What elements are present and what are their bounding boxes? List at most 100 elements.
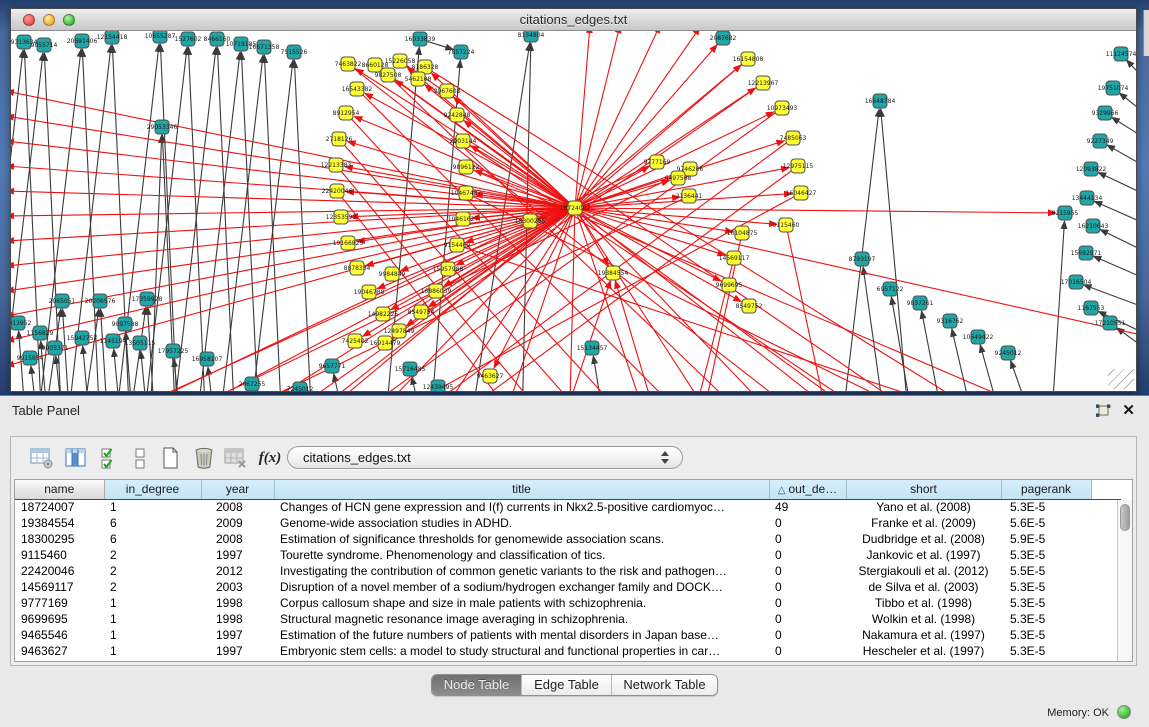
create-column-icon[interactable] <box>157 445 183 471</box>
float-panel-icon[interactable] <box>1095 404 1111 418</box>
graph-node[interactable]: 9896122 <box>453 160 480 174</box>
graph-node[interactable]: 15942757 <box>67 331 98 345</box>
svg-text:10649422: 10649422 <box>963 334 994 341</box>
memory-status-icon[interactable] <box>1117 705 1131 719</box>
network-window[interactable]: citations_edges.txt 93136349055714206914… <box>10 8 1137 392</box>
column-header-in_degree[interactable]: in_degree <box>104 480 201 499</box>
graph-node[interactable]: 9837261 <box>907 296 934 310</box>
graph-node[interactable]: 7857224 <box>448 45 475 59</box>
delete-table-icon[interactable] <box>223 445 249 471</box>
graph-node[interactable]: 7463822 <box>335 57 362 71</box>
graph-node[interactable]: 8793197 <box>849 252 876 266</box>
graph-node[interactable]: 7515526 <box>281 45 308 59</box>
graph-node[interactable]: 2067255 <box>239 377 266 391</box>
graph-node[interactable]: 1145194 <box>100 334 127 348</box>
select-all-icon[interactable] <box>97 445 123 471</box>
graph-node[interactable]: 8134804 <box>518 31 545 42</box>
graph-node[interactable]: 16958107 <box>192 352 223 366</box>
graph-node[interactable]: 1527602 <box>175 32 202 46</box>
graph-node[interactable]: 12213967 <box>748 76 779 90</box>
table-cell: 2 <box>104 579 201 595</box>
table-row[interactable]: 969969511998Structural magnetic resonanc… <box>15 611 1121 627</box>
deselect-all-icon[interactable] <box>127 445 153 471</box>
graph-node[interactable]: 9329966 <box>1092 106 1119 120</box>
graph-node[interactable]: 16543382 <box>342 82 373 96</box>
table-row[interactable]: 1872400712008Changes of HCN gene express… <box>15 499 1121 515</box>
table-cell: Genome-wide association studies in ADHD. <box>274 515 769 531</box>
table-row[interactable]: 946362711997Embryonic stem cells: a mode… <box>15 643 1121 659</box>
graph-node[interactable]: 15134457 <box>577 341 608 355</box>
graph-node[interactable]: 8215955 <box>1052 206 1079 220</box>
column-header-name[interactable]: name <box>15 480 104 499</box>
graph-node[interactable]: 9463627 <box>477 369 504 383</box>
graph-node[interactable]: 10649422 <box>963 330 994 344</box>
graph-node[interactable]: 9657771 <box>319 359 346 373</box>
graph-node[interactable]: 10655287 <box>145 31 176 43</box>
column-header-title[interactable]: title <box>274 480 769 499</box>
graph-node[interactable]: 9316762 <box>937 314 964 328</box>
graph-node[interactable]: 15716485 <box>395 362 426 376</box>
graph-node[interactable]: 6957122 <box>877 282 904 296</box>
graph-node[interactable]: 12213383 <box>321 158 352 172</box>
window-titlebar[interactable]: citations_edges.txt <box>11 9 1136 31</box>
graph-node[interactable]: 17016504 <box>1061 275 1092 289</box>
graph-node[interactable]: 1156829 <box>27 326 54 340</box>
graph-node[interactable]: 9115460 <box>773 218 800 232</box>
graph-node[interactable]: 7485063 <box>780 131 807 145</box>
graph-node[interactable]: 3913952 <box>11 316 32 330</box>
network-desktop: citations_edges.txt 93136349055714206914… <box>0 0 1149 395</box>
graph-node[interactable]: 20691406 <box>67 34 98 48</box>
delete-column-icon[interactable] <box>191 445 217 471</box>
function-builder-icon[interactable]: f(x) <box>257 445 283 471</box>
show-columns-icon[interactable] <box>63 445 89 471</box>
table-row[interactable]: 946554611997Estimation of the future num… <box>15 627 1121 643</box>
graph-node[interactable]: 8878334 <box>344 261 371 275</box>
graph-node[interactable]: 16104875 <box>727 226 758 240</box>
graph-node[interactable]: 16154808 <box>733 52 764 66</box>
svg-text:12975115: 12975115 <box>783 163 814 170</box>
column-header-pagerank[interactable]: pagerank <box>1001 480 1091 499</box>
tab-network-table[interactable]: Network Table <box>612 675 717 695</box>
column-header-year[interactable]: year <box>201 480 274 499</box>
tab-node-table[interactable]: Node Table <box>432 675 522 695</box>
table-row[interactable]: 1456911722003Disruption of a novel membe… <box>15 579 1121 595</box>
tab-edge-table[interactable]: Edge Table <box>522 675 612 695</box>
scrollbar-thumb[interactable] <box>1120 504 1130 531</box>
table-row[interactable]: 1938455462009Genome-wide association stu… <box>15 515 1121 531</box>
table-row[interactable]: 1830029562008Estimation of significance … <box>15 531 1121 547</box>
graph-node[interactable]: 9242848 <box>444 108 471 122</box>
graph-node[interactable]: 22420046 <box>322 184 353 198</box>
graph-node[interactable]: 29053346 <box>147 120 178 134</box>
graph-node[interactable]: 16033839 <box>405 32 436 46</box>
graph-node[interactable]: 16046427 <box>786 186 817 200</box>
graph-node[interactable]: 16648784 <box>865 94 896 108</box>
graph-node[interactable]: 19751074 <box>1098 81 1129 95</box>
graph-node[interactable]: 12154418 <box>97 31 128 44</box>
graph-node[interactable]: 2718126 <box>326 132 353 146</box>
graph-node[interactable]: 7425402 <box>342 334 369 348</box>
column-header-short[interactable]: short <box>846 480 1001 499</box>
close-panel-icon[interactable]: ✕ <box>1122 401 1135 419</box>
column-header-out_de[interactable]: △out_de… <box>769 480 846 499</box>
graph-node[interactable]: 8912954 <box>333 106 360 120</box>
graph-node[interactable]: 14982225 <box>368 307 399 321</box>
graph-node[interactable]: 2087682 <box>710 31 737 45</box>
vertical-scrollbar[interactable] <box>1117 500 1132 661</box>
graph-node[interactable]: 12975115 <box>783 159 814 173</box>
table-row[interactable]: 977716911998Corpus callosum shape and si… <box>15 595 1121 611</box>
graph-node[interactable]: 9245012 <box>995 346 1022 360</box>
graph-node[interactable]: 9097588 <box>112 317 139 331</box>
graph-node[interactable]: 9154469 <box>444 238 471 252</box>
graph-node[interactable]: 12439495 <box>423 380 454 391</box>
graph-node[interactable]: 19166825 <box>333 236 364 250</box>
table-row[interactable]: 2242004622012Investigating the contribut… <box>15 563 1121 579</box>
table-select-dropdown[interactable]: citations_edges.txt <box>287 446 683 469</box>
window-resize-grip[interactable] <box>1108 369 1134 389</box>
graph-node[interactable]: 17210551 <box>1095 316 1126 330</box>
table-mode-icon[interactable] <box>29 445 55 471</box>
graph-node[interactable]: 13505115 <box>125 336 156 350</box>
network-canvas[interactable]: 9313634905571420691406121544181065528715… <box>11 31 1136 391</box>
table-row[interactable]: 911546021997Tourette syndrome. Phenomeno… <box>15 547 1121 563</box>
graph-node[interactable]: 11124574 <box>1106 47 1136 61</box>
graph-node[interactable]: 17957225 <box>158 344 189 358</box>
